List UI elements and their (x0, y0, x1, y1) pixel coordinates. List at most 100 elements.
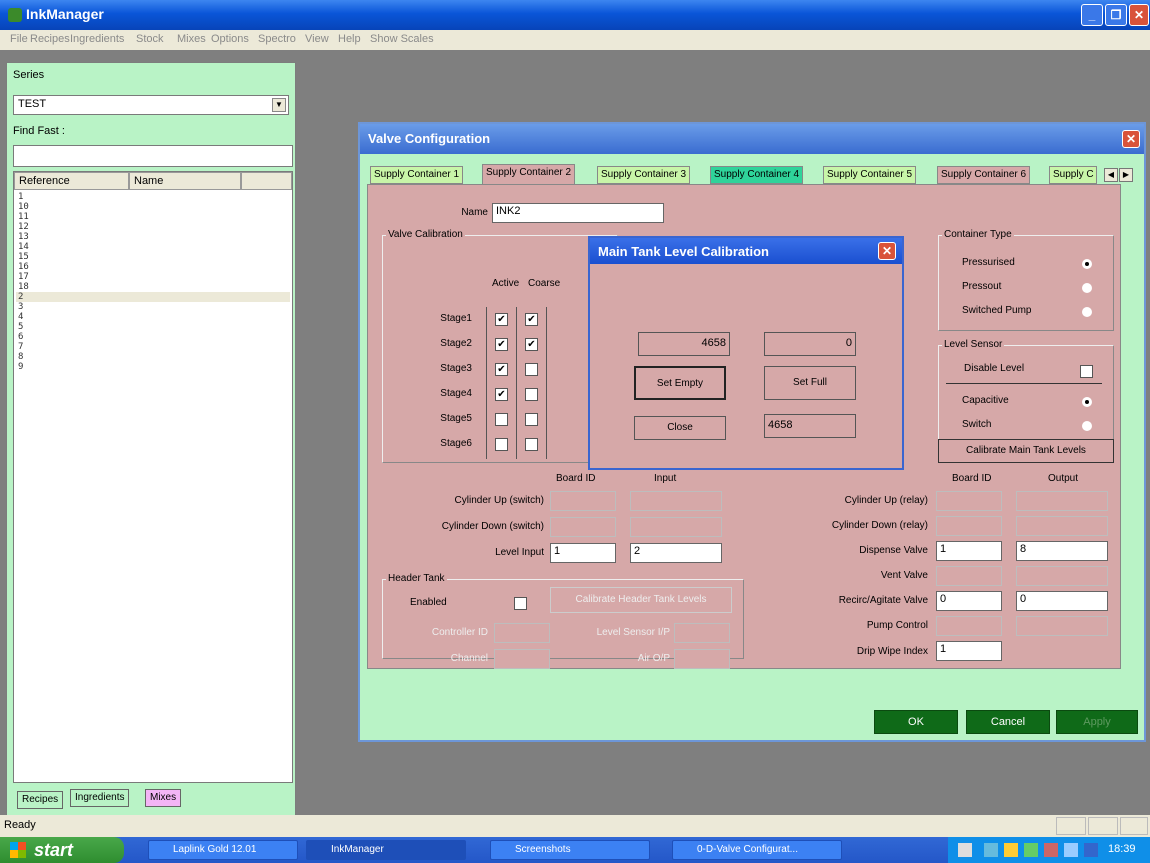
tab-supply-container-1[interactable]: Supply Container 1 (370, 166, 464, 184)
output-value-field[interactable] (1016, 566, 1108, 586)
list-item[interactable]: 8 (16, 352, 290, 362)
menu-spectro[interactable]: Spectro (258, 33, 296, 45)
reference-list[interactable]: Reference Name 1 10 11 12 13 14 15 16 17 18 2 3 4 5 6 7… (13, 171, 293, 783)
apply-button[interactable]: Apply (1056, 710, 1138, 734)
menu-mixes[interactable]: Mixes (177, 33, 206, 45)
menu-show-scales[interactable]: Show Scales (370, 33, 434, 45)
stage-coarse-checkbox[interactable]: ✔ (525, 338, 538, 351)
menu-recipes[interactable]: Recipes (30, 33, 70, 45)
output-value-field[interactable] (1016, 491, 1108, 511)
taskbar-item-inkmanager[interactable]: InkManager (306, 840, 466, 860)
tray-icon[interactable] (1084, 843, 1098, 857)
list-item[interactable]: 18 (16, 282, 290, 292)
output-value-field[interactable]: 8 (1016, 541, 1108, 561)
tab-supply-container-7[interactable]: Supply C (1049, 166, 1097, 184)
output-board-id-field[interactable] (936, 516, 1002, 536)
list-item[interactable]: 11 (16, 212, 290, 222)
chevron-down-icon[interactable]: ▼ (272, 98, 286, 112)
menu-view[interactable]: View (305, 33, 329, 45)
tab-supply-container-4[interactable]: Supply Container 4 (710, 166, 804, 184)
list-item[interactable]: 17 (16, 272, 290, 282)
list-item[interactable]: 3 (16, 302, 290, 312)
stage-coarse-checkbox[interactable]: ✔ (525, 313, 538, 326)
taskbar-item-screenshots[interactable]: Screenshots (490, 840, 650, 860)
menu-ingredients[interactable]: Ingredients (70, 33, 124, 45)
column-header-blank[interactable] (241, 172, 292, 190)
controller-id-input[interactable] (494, 623, 550, 643)
menu-file[interactable]: File (10, 33, 28, 45)
switch-radio[interactable] (1082, 421, 1092, 431)
tray-icon[interactable] (1044, 843, 1058, 857)
output-value-field[interactable] (1016, 516, 1108, 536)
switched-pump-radio[interactable] (1082, 307, 1092, 317)
menu-stock[interactable]: Stock (136, 33, 164, 45)
list-item[interactable]: 6 (16, 332, 290, 342)
tray-icon[interactable] (984, 843, 998, 857)
stage-active-checkbox[interactable]: ✔ (495, 388, 508, 401)
list-item[interactable]: 2 (16, 292, 290, 302)
list-item[interactable]: 15 (16, 252, 290, 262)
stage-active-checkbox[interactable]: ✔ (495, 338, 508, 351)
stage-coarse-checkbox[interactable] (525, 363, 538, 376)
maximize-button[interactable]: ❐ (1105, 4, 1127, 26)
output-board-id-field[interactable] (936, 616, 1002, 636)
stage-coarse-checkbox[interactable] (525, 438, 538, 451)
input-board-id-field[interactable]: 1 (550, 543, 616, 563)
tab-recipes[interactable]: Recipes (17, 791, 64, 809)
tray-icon[interactable] (1064, 843, 1078, 857)
set-empty-button[interactable]: Set Empty (634, 366, 726, 400)
input-board-id-field[interactable] (550, 517, 616, 537)
stage-active-checkbox[interactable] (495, 413, 508, 426)
header-tank-enabled-checkbox[interactable] (514, 597, 527, 610)
tab-supply-container-6[interactable]: Supply Container 6 (937, 166, 1031, 184)
list-item[interactable]: 4 (16, 312, 290, 322)
tab-ingredients[interactable]: Ingredients (70, 789, 130, 807)
list-item[interactable]: 16 (16, 262, 290, 272)
list-item[interactable]: 1 (16, 192, 290, 202)
pressurised-radio[interactable] (1082, 259, 1092, 269)
tab-supply-container-2[interactable]: Supply Container 2 (482, 164, 576, 184)
input-value-field[interactable] (630, 491, 722, 511)
output-board-id-field[interactable]: 0 (936, 591, 1002, 611)
stage-active-checkbox[interactable]: ✔ (495, 363, 508, 376)
tab-scroll-left-icon[interactable]: ◀ (1104, 168, 1118, 182)
stage-active-checkbox[interactable]: ✔ (495, 313, 508, 326)
air-op-input[interactable] (674, 649, 730, 669)
ok-button[interactable]: OK (874, 710, 958, 734)
drip-wipe-input[interactable]: 1 (936, 641, 1002, 661)
tray-icon[interactable] (1004, 843, 1018, 857)
column-header-reference[interactable]: Reference (14, 172, 129, 190)
list-item[interactable]: 14 (16, 242, 290, 252)
find-fast-input[interactable] (13, 145, 293, 167)
cancel-button[interactable]: Cancel (966, 710, 1050, 734)
capacitive-radio[interactable] (1082, 397, 1092, 407)
list-item[interactable]: 13 (16, 232, 290, 242)
close-button[interactable]: ✕ (1129, 4, 1149, 26)
output-board-id-field[interactable]: 1 (936, 541, 1002, 561)
close-icon[interactable]: ✕ (878, 242, 896, 260)
pressout-radio[interactable] (1082, 283, 1092, 293)
list-item[interactable]: 7 (16, 342, 290, 352)
list-item[interactable]: 12 (16, 222, 290, 232)
output-value-field[interactable]: 0 (1016, 591, 1108, 611)
set-full-button[interactable]: Set Full (764, 366, 856, 400)
close-button[interactable]: Close (634, 416, 726, 440)
list-item[interactable]: 9 (16, 362, 290, 372)
tray-icon[interactable] (1024, 843, 1038, 857)
name-input[interactable]: INK2 (492, 203, 664, 223)
list-item[interactable]: 10 (16, 202, 290, 212)
tab-mixes[interactable]: Mixes (145, 789, 182, 807)
tab-supply-container-3[interactable]: Supply Container 3 (597, 166, 691, 184)
tray-icon[interactable] (958, 843, 972, 857)
input-value-field[interactable]: 2 (630, 543, 722, 563)
output-board-id-field[interactable] (936, 566, 1002, 586)
minimize-button[interactable]: _ (1081, 4, 1103, 26)
level-sensor-ip-input[interactable] (674, 623, 730, 643)
calibrate-header-tank-button[interactable]: Calibrate Header Tank Levels (550, 587, 732, 613)
tab-supply-container-5[interactable]: Supply Container 5 (823, 166, 917, 184)
input-value-field[interactable] (630, 517, 722, 537)
close-icon[interactable]: ✕ (1122, 130, 1140, 148)
taskbar-item-laplink[interactable]: Laplink Gold 12.01 (148, 840, 298, 860)
start-button[interactable]: start (0, 837, 124, 863)
menu-options[interactable]: Options (211, 33, 249, 45)
